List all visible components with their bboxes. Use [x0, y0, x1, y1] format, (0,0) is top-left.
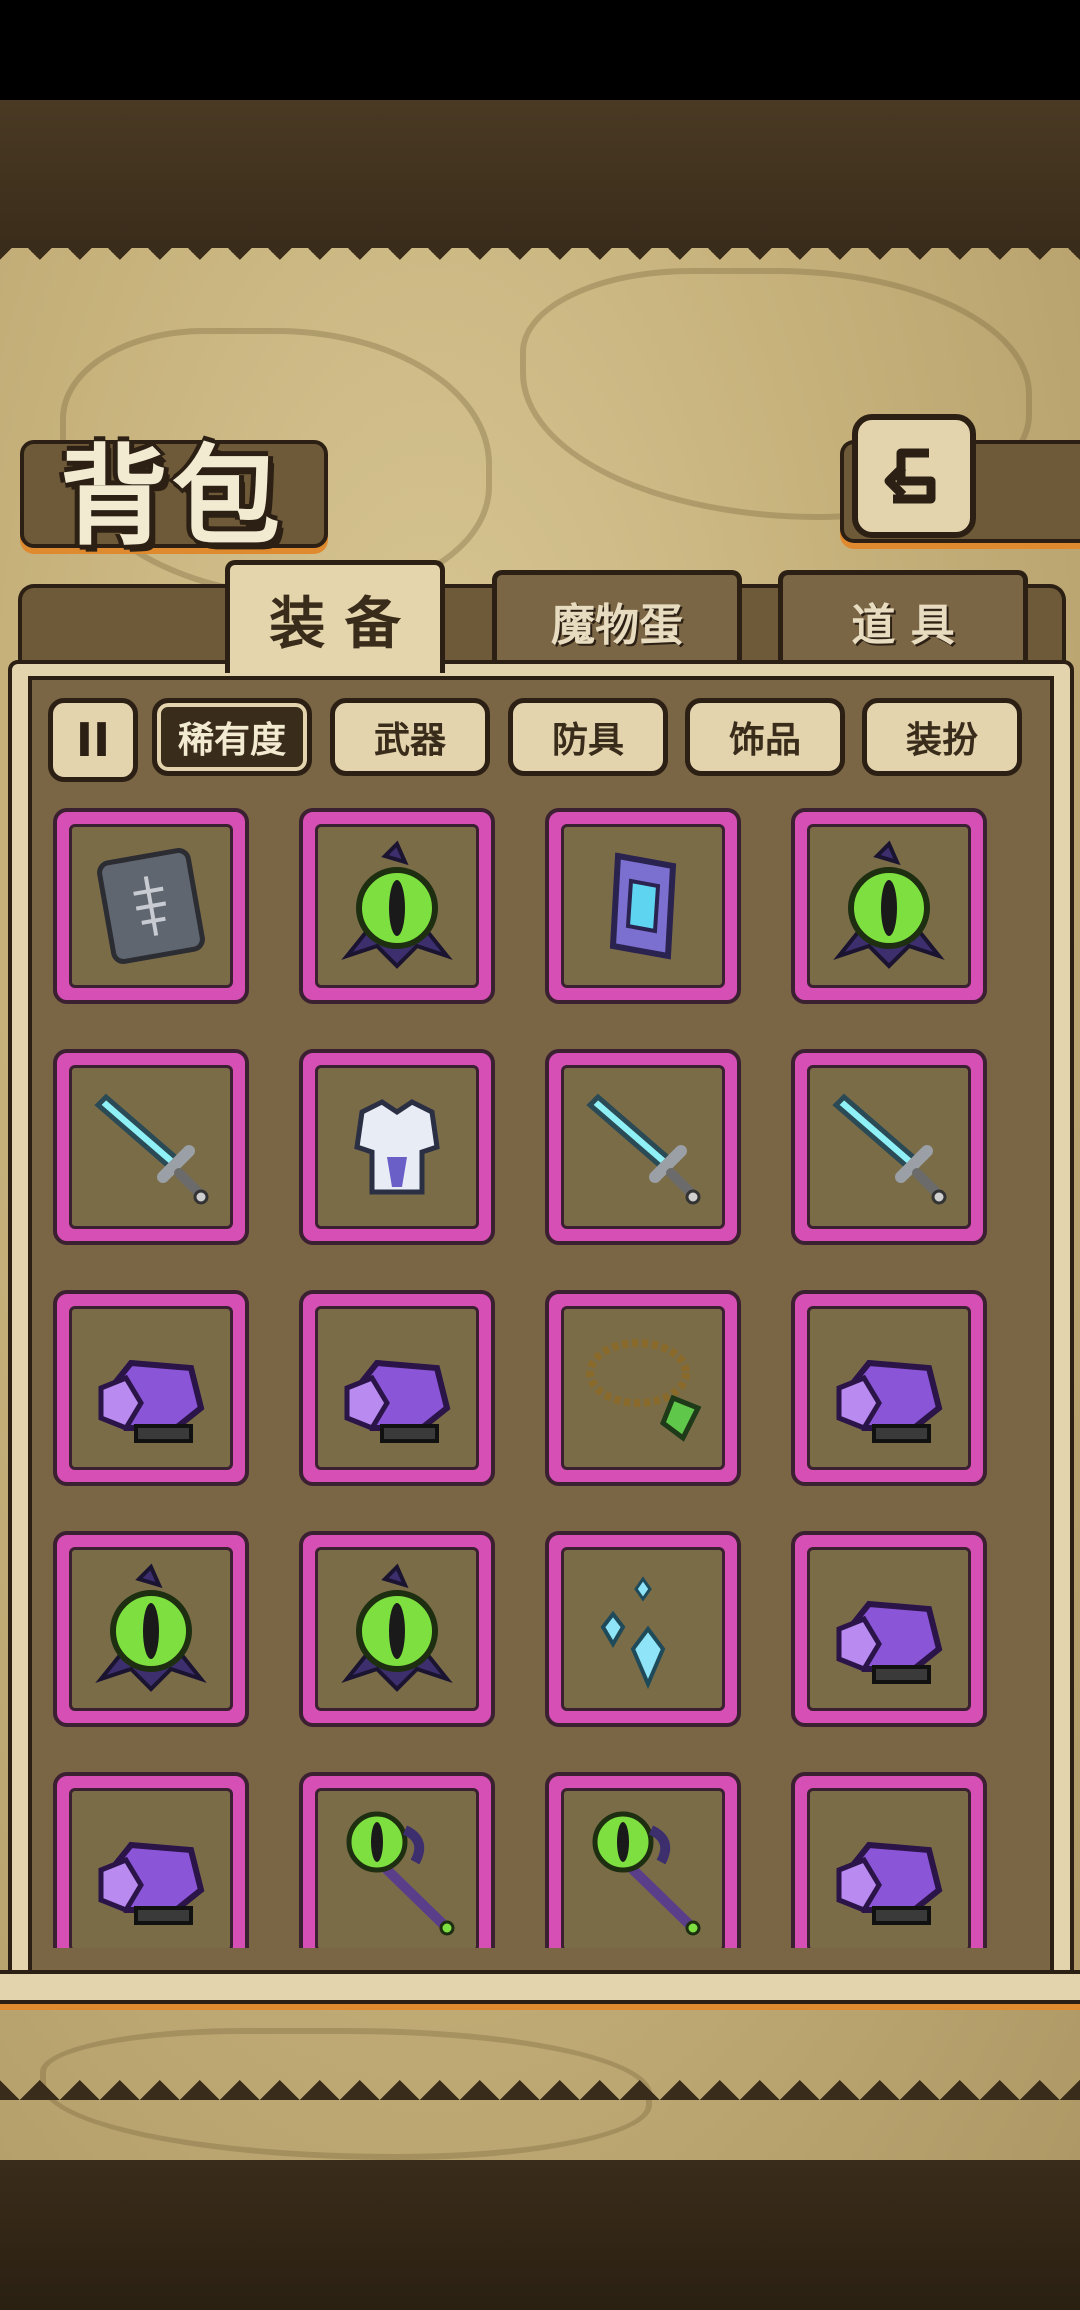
inventory-slot[interactable] — [298, 1290, 495, 1486]
return-arrow-icon — [884, 448, 936, 504]
inventory-grid — [32, 790, 1042, 1948]
tab-monster-eggs[interactable]: 魔物蛋 — [492, 570, 742, 667]
green-eye-amulet-icon — [340, 840, 453, 969]
inventory-slot-inner — [68, 1306, 233, 1470]
tab-equipment[interactable]: 装 备 — [225, 560, 445, 673]
inventory-slot-inner — [314, 824, 479, 988]
eye-staff-icon — [346, 1811, 455, 1936]
filter-rarity[interactable]: 稀有度 — [152, 698, 312, 776]
inventory-slot[interactable] — [544, 1049, 741, 1245]
filter-accessory[interactable]: 饰品 — [685, 698, 845, 776]
inventory-slot[interactable] — [298, 808, 495, 1004]
inventory-slot-inner — [806, 1065, 971, 1229]
crystal-sword-icon — [832, 1093, 947, 1205]
status-bar — [0, 0, 1080, 100]
inventory-slot-inner — [314, 1306, 479, 1470]
inventory-slot[interactable] — [790, 1531, 987, 1727]
inventory-slot-inner — [560, 1788, 725, 1948]
eye-staff-icon — [592, 1811, 701, 1936]
inventory-slot-inner — [314, 1547, 479, 1711]
inventory-slot[interactable] — [790, 808, 987, 1004]
inventory-slot[interactable] — [790, 1049, 987, 1245]
inventory-slot-inner — [68, 1065, 233, 1229]
crystal-sword-icon — [586, 1093, 701, 1205]
background-bottom — [0, 2160, 1080, 2310]
purple-gauntlet-icon — [98, 1359, 204, 1443]
inventory-slot[interactable] — [544, 808, 741, 1004]
inventory-slot[interactable] — [52, 1049, 249, 1245]
crystal-sword-icon — [93, 1093, 208, 1205]
green-eye-amulet-icon — [94, 1563, 207, 1692]
green-eye-amulet-icon — [833, 840, 945, 969]
purple-gauntlet-icon — [836, 1600, 943, 1684]
stone-tablet-icon — [96, 848, 205, 964]
torn-edge-top — [0, 240, 1080, 280]
sort-toggle-icon: II — [75, 713, 111, 767]
inventory-slot-inner — [560, 824, 725, 988]
torn-edge-bottom — [0, 2060, 1080, 2100]
inventory-slot-inner — [560, 1547, 725, 1711]
inventory-slot-inner — [560, 1306, 725, 1470]
purple-gauntlet-icon — [98, 1841, 204, 1925]
inventory-slot[interactable] — [52, 1772, 249, 1948]
inventory-slot-inner — [806, 1788, 971, 1948]
page-title: 背包 — [60, 435, 285, 560]
blue-crystal-shards-icon — [600, 1576, 666, 1690]
inventory-slot[interactable] — [790, 1290, 987, 1486]
sort-toggle-button[interactable]: II — [48, 698, 138, 782]
purple-gauntlet-icon — [344, 1359, 451, 1443]
filter-armor[interactable]: 防具 — [508, 698, 668, 776]
inventory-slot[interactable] — [544, 1531, 741, 1727]
inventory-slot-inner — [314, 1065, 479, 1229]
inventory-slot[interactable] — [544, 1772, 741, 1948]
inventory-slot[interactable] — [544, 1290, 741, 1486]
filter-weapon[interactable]: 武器 — [330, 698, 490, 776]
purple-gauntlet-icon — [836, 1359, 943, 1443]
inventory-slot[interactable] — [52, 1290, 249, 1486]
inventory-slot[interactable] — [790, 1772, 987, 1948]
inventory-slot-inner — [806, 824, 971, 988]
purple-gauntlet-icon — [836, 1841, 943, 1925]
back-button[interactable] — [852, 414, 976, 538]
inventory-slot-inner — [806, 1547, 971, 1711]
tab-items[interactable]: 道 具 — [778, 570, 1028, 667]
leaf-necklace-icon — [585, 1339, 702, 1442]
inventory-slot-inner — [560, 1065, 725, 1229]
panel-bottom-rail — [0, 1970, 1080, 2004]
inventory-slot[interactable] — [52, 1531, 249, 1727]
inventory-slot-inner — [314, 1788, 479, 1948]
inventory-slot[interactable] — [298, 1049, 495, 1245]
inventory-slot[interactable] — [298, 1772, 495, 1948]
green-eye-amulet-icon — [340, 1563, 453, 1692]
inventory-slot[interactable] — [52, 808, 249, 1004]
filter-costume[interactable]: 装扮 — [862, 698, 1022, 776]
white-armor-icon — [353, 1099, 440, 1195]
inventory-slot-inner — [806, 1306, 971, 1470]
inventory-slot-inner — [68, 824, 233, 988]
background-top — [0, 100, 1080, 250]
inventory-slot-inner — [68, 1788, 233, 1948]
inventory-slot[interactable] — [298, 1531, 495, 1727]
purple-bracer-icon — [609, 852, 676, 960]
inventory-slot-inner — [68, 1547, 233, 1711]
